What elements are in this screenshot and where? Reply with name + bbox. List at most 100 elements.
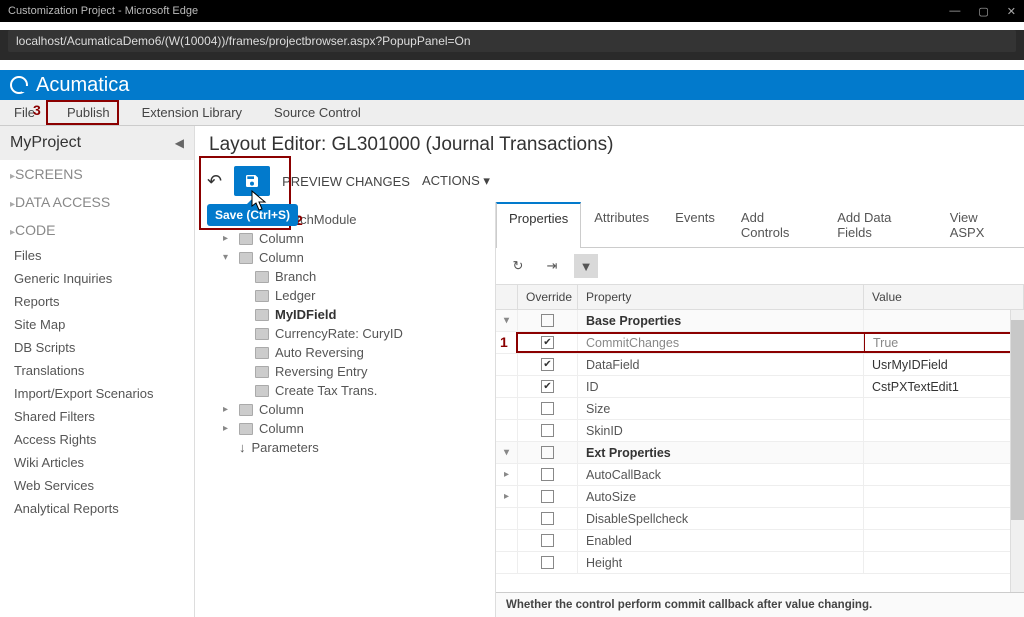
row-disablespellcheck[interactable]: DisableSpellcheck	[496, 508, 1024, 530]
tab-add-data-fields[interactable]: Add Data Fields	[824, 202, 937, 247]
maximize-icon[interactable]: ▢	[978, 5, 988, 18]
fit-icon[interactable]: ⇥	[540, 254, 564, 278]
header-value: Value	[864, 285, 1024, 309]
row-commitchanges[interactable]: 1 CommitChangesTrue▾	[496, 332, 1024, 354]
sidebar-title: MyProject ◀	[0, 126, 194, 160]
save-icon	[244, 173, 260, 189]
tab-properties[interactable]: Properties	[496, 202, 581, 248]
tree-column-3[interactable]: ▸Column	[199, 400, 491, 419]
tree-column-1[interactable]: ▸Column	[199, 229, 491, 248]
tree-ledger[interactable]: Ledger	[199, 286, 491, 305]
row-autosize[interactable]: ▸AutoSize	[496, 486, 1024, 508]
checkbox-size[interactable]	[541, 402, 554, 415]
grid-header: Override Property Value	[496, 284, 1024, 310]
tab-attributes[interactable]: Attributes	[581, 202, 662, 247]
checkbox[interactable]	[541, 446, 554, 459]
row-ext-properties[interactable]: ▾Ext Properties	[496, 442, 1024, 464]
field-icon	[255, 328, 269, 340]
grid-body: ▾Base Properties 1 CommitChangesTrue▾ Da…	[496, 310, 1024, 592]
sidebar-item-db-scripts[interactable]: DB Scripts	[0, 336, 194, 359]
field-icon	[255, 366, 269, 378]
tree-autoreversing[interactable]: Auto Reversing	[199, 343, 491, 362]
checkbox-datafield[interactable]	[541, 358, 554, 371]
row-datafield[interactable]: DataFieldUsrMyIDField	[496, 354, 1024, 376]
sidebar-item-shared-filters[interactable]: Shared Filters	[0, 405, 194, 428]
save-button[interactable]	[234, 166, 270, 196]
layout-tree: ▾Form: BatchModule ▸Column ▾Column Branc…	[195, 202, 495, 617]
checkbox-enabled[interactable]	[541, 534, 554, 547]
tree-column-4[interactable]: ▸Column	[199, 419, 491, 438]
tree-reversingentry[interactable]: Reversing Entry	[199, 362, 491, 381]
sidebar-group-screens[interactable]: SCREENS	[0, 160, 194, 188]
tree-createtax[interactable]: Create Tax Trans.	[199, 381, 491, 400]
collapse-icon[interactable]: ◀	[175, 136, 184, 150]
window-title: Customization Project - Microsoft Edge	[8, 5, 198, 17]
sidebar-group-data-access[interactable]: DATA ACCESS	[0, 188, 194, 216]
header-override: Override	[518, 285, 578, 309]
row-autocallback[interactable]: ▸AutoCallBack	[496, 464, 1024, 486]
close-icon[interactable]: ✕	[1007, 5, 1016, 18]
filter-icon[interactable]: ▼	[574, 254, 598, 278]
column-icon	[239, 233, 253, 245]
help-text: Whether the control perform commit callb…	[496, 592, 1024, 617]
sidebar-item-analytical-reports[interactable]: Analytical Reports	[0, 497, 194, 520]
menu-publish[interactable]: Publish 3	[61, 102, 116, 123]
checkbox-skinid[interactable]	[541, 424, 554, 437]
tree-myidfield[interactable]: MyIDField	[199, 305, 491, 324]
annotation-1-number: 1	[500, 334, 508, 350]
menu-extension-library[interactable]: Extension Library	[136, 102, 248, 123]
row-skinid[interactable]: SkinID	[496, 420, 1024, 442]
checkbox-height[interactable]	[541, 556, 554, 569]
scrollbar-thumb[interactable]	[1011, 320, 1024, 520]
url-bar[interactable]: localhost/AcumaticaDemo6/(W(10004))/fram…	[8, 30, 1016, 52]
row-id[interactable]: IDCstPXTextEdit1	[496, 376, 1024, 398]
undo-button[interactable]: ↶	[207, 171, 222, 192]
refresh-icon[interactable]: ↻	[506, 254, 530, 278]
scrollbar[interactable]	[1010, 310, 1024, 592]
row-enabled[interactable]: Enabled	[496, 530, 1024, 552]
checkbox-disablespellcheck[interactable]	[541, 512, 554, 525]
row-size[interactable]: Size	[496, 398, 1024, 420]
sidebar-item-site-map[interactable]: Site Map	[0, 313, 194, 336]
sidebar-item-translations[interactable]: Translations	[0, 359, 194, 382]
sidebar: MyProject ◀ SCREENS DATA ACCESS CODE Fil…	[0, 126, 195, 617]
checkbox-autosize[interactable]	[541, 490, 554, 503]
sidebar-item-import-export[interactable]: Import/Export Scenarios	[0, 382, 194, 405]
tab-view-aspx[interactable]: View ASPX	[937, 202, 1024, 247]
main-area: Layout Editor: GL301000 (Journal Transac…	[195, 126, 1024, 617]
checkbox[interactable]	[541, 314, 554, 327]
row-base-properties[interactable]: ▾Base Properties	[496, 310, 1024, 332]
preview-changes-button[interactable]: PREVIEW CHANGES	[282, 174, 410, 189]
sidebar-group-code[interactable]: CODE	[0, 216, 194, 244]
actions-dropdown[interactable]: ACTIONS	[422, 173, 490, 189]
properties-panel: Properties Attributes Events Add Control…	[495, 202, 1024, 617]
sidebar-item-wiki-articles[interactable]: Wiki Articles	[0, 451, 194, 474]
field-icon	[255, 347, 269, 359]
sidebar-item-reports[interactable]: Reports	[0, 290, 194, 313]
tree-column-2[interactable]: ▾Column	[199, 248, 491, 267]
column-icon	[239, 423, 253, 435]
field-icon	[255, 385, 269, 397]
menu-source-control[interactable]: Source Control	[268, 102, 367, 123]
page-title: Layout Editor: GL301000 (Journal Transac…	[195, 126, 1024, 160]
minimize-icon[interactable]: —	[949, 5, 960, 18]
tree-branch[interactable]: Branch	[199, 267, 491, 286]
checkbox-commitchanges[interactable]	[541, 336, 554, 349]
checkbox-id[interactable]	[541, 380, 554, 393]
value-commitchanges[interactable]: True▾	[864, 332, 1024, 353]
sidebar-item-access-rights[interactable]: Access Rights	[0, 428, 194, 451]
checkbox-autocallback[interactable]	[541, 468, 554, 481]
tree-parameters[interactable]: ↓Parameters	[199, 438, 491, 457]
row-height[interactable]: Height	[496, 552, 1024, 574]
column-icon	[239, 252, 253, 264]
tab-events[interactable]: Events	[662, 202, 728, 247]
sidebar-item-web-services[interactable]: Web Services	[0, 474, 194, 497]
save-tooltip: Save (Ctrl+S)	[207, 204, 298, 226]
tabs: Properties Attributes Events Add Control…	[496, 202, 1024, 248]
tab-add-controls[interactable]: Add Controls	[728, 202, 824, 247]
sidebar-item-generic-inquiries[interactable]: Generic Inquiries	[0, 267, 194, 290]
sidebar-item-files[interactable]: Files	[0, 244, 194, 267]
tree-currencyrate[interactable]: CurrencyRate: CuryID	[199, 324, 491, 343]
column-icon	[239, 404, 253, 416]
menu-bar: File Publish 3 Extension Library Source …	[0, 100, 1024, 126]
